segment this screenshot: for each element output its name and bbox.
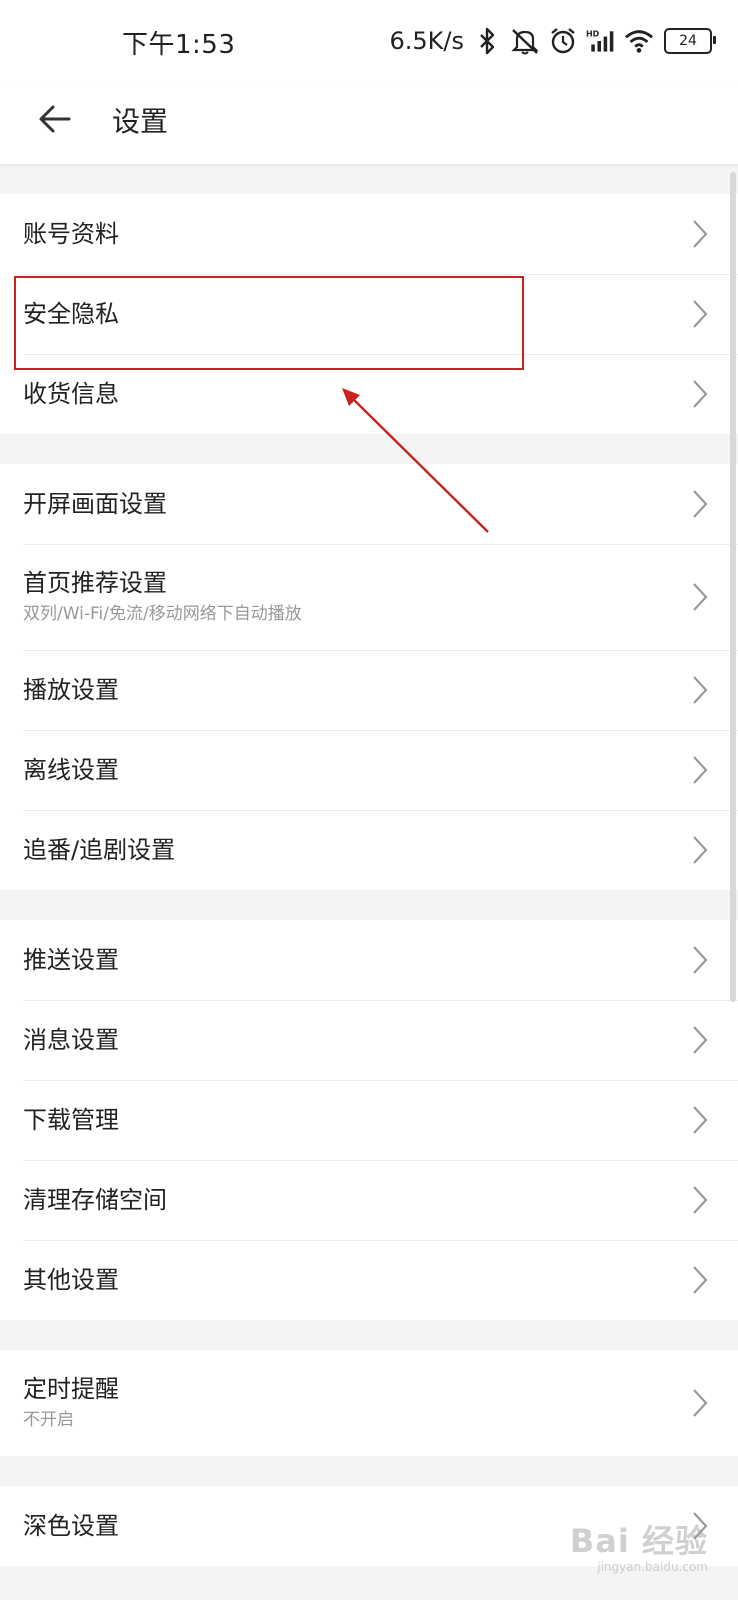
settings-item-label: 推送设置 [23,946,119,974]
settings-item-label: 首页推荐设置 [23,569,167,597]
section-divider [0,164,738,194]
settings-item-push[interactable]: 推送设置 [0,920,738,1000]
page-title: 设置 [112,105,169,138]
hd-signal-icon: HD [586,26,616,56]
back-button[interactable] [30,96,80,146]
settings-section-playback: 开屏画面设置 首页推荐设置 双列/Wi-Fi/免流/移动网络下自动播放 播放设置… [0,464,738,890]
mute-notification-icon [510,26,540,56]
settings-section-account: 账号资料 安全隐私 收货信息 [0,194,738,434]
status-time: 下午1:53 [122,30,236,60]
back-arrow-icon [39,105,71,137]
settings-item-label: 离线设置 [23,756,119,784]
settings-list: 账号资料 安全隐私 收货信息 开屏画面设置 首页推荐设置 双列/Wi-Fi/免流… [0,164,738,1566]
settings-item-label: 播放设置 [23,676,119,704]
settings-item-messages[interactable]: 消息设置 [0,1000,738,1080]
settings-item-account-profile[interactable]: 账号资料 [0,194,738,274]
chevron-right-icon [693,1026,708,1054]
chevron-right-icon [693,1106,708,1134]
section-divider [0,1320,738,1350]
battery-icon: 24 [664,28,716,54]
settings-item-label: 账号资料 [23,220,119,248]
svg-text:HD: HD [586,30,600,39]
bluetooth-icon [472,26,502,56]
status-icons: 6.5K/s HD 24 [389,26,716,56]
chevron-right-icon [693,220,708,248]
alarm-icon [548,26,578,56]
status-bar: 下午1:53 6.5K/s HD 24 [0,0,738,84]
app-bar: 设置 [0,84,738,164]
settings-item-security-privacy[interactable]: 安全隐私 [0,274,738,354]
settings-item-label: 安全隐私 [23,300,119,328]
network-speed: 6.5K/s [389,27,465,55]
settings-item-downloads[interactable]: 下载管理 [0,1080,738,1160]
settings-item-other[interactable]: 其他设置 [0,1240,738,1320]
settings-item-home-recommend[interactable]: 首页推荐设置 双列/Wi-Fi/免流/移动网络下自动播放 [0,544,738,650]
chevron-right-icon [693,1266,708,1294]
settings-item-label: 定时提醒 [23,1375,119,1403]
settings-section-theme: 深色设置 [0,1486,738,1566]
settings-item-label: 下载管理 [23,1106,119,1134]
scrollbar[interactable] [730,172,736,1002]
settings-item-label: 清理存储空间 [23,1186,167,1214]
settings-item-offline[interactable]: 离线设置 [0,730,738,810]
settings-item-subtitle: 不开启 [23,1410,74,1430]
settings-item-label: 消息设置 [23,1026,119,1054]
section-divider [0,1456,738,1486]
chevron-right-icon [693,380,708,408]
chevron-right-icon [693,490,708,518]
chevron-right-icon [693,946,708,974]
chevron-right-icon [693,583,708,611]
wifi-icon [624,26,654,56]
settings-section-system: 推送设置 消息设置 下载管理 清理存储空间 其他设置 [0,920,738,1320]
settings-item-splash-screen[interactable]: 开屏画面设置 [0,464,738,544]
settings-item-label: 收货信息 [23,380,119,408]
settings-item-label: 追番/追剧设置 [23,836,176,864]
chevron-right-icon [693,1512,708,1540]
settings-item-follow-series[interactable]: 追番/追剧设置 [0,810,738,890]
settings-item-playback[interactable]: 播放设置 [0,650,738,730]
settings-item-label: 深色设置 [23,1512,119,1540]
section-divider [0,434,738,464]
chevron-right-icon [693,756,708,784]
chevron-right-icon [693,676,708,704]
chevron-right-icon [693,1186,708,1214]
settings-item-storage[interactable]: 清理存储空间 [0,1160,738,1240]
section-divider [0,890,738,920]
settings-item-label: 其他设置 [23,1266,119,1294]
chevron-right-icon [693,836,708,864]
chevron-right-icon [693,1389,708,1417]
settings-item-shipping-info[interactable]: 收货信息 [0,354,738,434]
settings-item-dark-mode[interactable]: 深色设置 [0,1486,738,1566]
chevron-right-icon [693,300,708,328]
battery-level: 24 [679,33,697,49]
settings-item-timer-reminder[interactable]: 定时提醒 不开启 [0,1350,738,1456]
settings-section-reminder: 定时提醒 不开启 [0,1350,738,1456]
settings-item-label: 开屏画面设置 [23,490,167,518]
settings-item-subtitle: 双列/Wi-Fi/免流/移动网络下自动播放 [23,604,302,624]
